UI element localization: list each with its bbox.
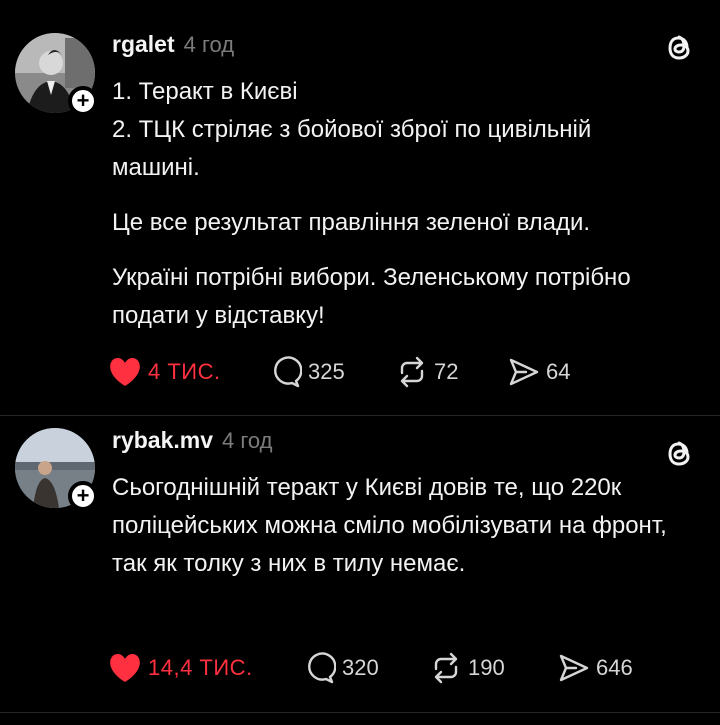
share-button[interactable]: 64: [508, 356, 570, 388]
repost-count: 72: [434, 359, 459, 384]
comment-count: 325: [308, 359, 345, 384]
follow-plus-icon[interactable]: +: [68, 86, 98, 116]
share-count: 646: [596, 655, 633, 680]
heart-icon: [110, 654, 140, 682]
post-paragraph: Сьогоднішній теракт у Києві довів те, що…: [112, 474, 667, 577]
comment-icon: [308, 652, 336, 684]
avatar[interactable]: +: [15, 428, 98, 511]
post-body: Сьогоднішній теракт у Києві довів те, що…: [112, 469, 680, 583]
share-button[interactable]: 646: [558, 652, 633, 684]
share-icon: [559, 654, 589, 682]
comment-icon: [274, 356, 302, 388]
like-count: 14,4 ТИС.: [148, 655, 253, 680]
comment-count: 320: [342, 655, 379, 680]
like-button[interactable]: 14,4 ТИС.: [108, 653, 304, 683]
repost-count: 190: [468, 655, 505, 680]
avatar[interactable]: +: [15, 33, 98, 116]
like-count: 4 ТИС.: [148, 359, 221, 384]
post-paragraph: Це все результат правління зеленої влади…: [112, 209, 591, 236]
post-actions: 14,4 ТИС. 320 190 646: [108, 652, 633, 684]
post-paragraph: 2. ТЦК стріляє з бойової зброї по цивіль…: [112, 116, 592, 181]
post-time: 4 год: [222, 428, 273, 453]
repost-button[interactable]: 190: [430, 652, 558, 684]
repost-icon: [400, 356, 424, 388]
post-paragraph: 1. Теракт в Києві: [112, 78, 298, 105]
share-count: 64: [546, 359, 571, 384]
comment-button[interactable]: 320: [304, 652, 430, 684]
post-actions: 4 ТИС. 325 72 64: [108, 356, 570, 388]
heart-icon: [110, 358, 140, 386]
username[interactable]: rybak.mv: [112, 427, 213, 454]
post-paragraph: Україні потрібні вибори. Зеленському пот…: [112, 264, 631, 329]
repost-button[interactable]: 72: [396, 356, 508, 388]
threads-logo-icon[interactable]: [662, 30, 698, 66]
post: + rgalet 4 год 1. Теракт в Києві 2. ТЦК …: [0, 0, 720, 416]
follow-plus-icon[interactable]: +: [68, 481, 98, 511]
post-body: 1. Теракт в Києві 2. ТЦК стріляє з бойов…: [112, 73, 680, 352]
comment-button[interactable]: 325: [270, 356, 396, 388]
threads-logo-icon[interactable]: [662, 436, 698, 472]
post: + rybak.mv 4 год Сьогоднішній теракт у К…: [0, 416, 720, 713]
like-button[interactable]: 4 ТИС.: [108, 357, 270, 387]
repost-icon: [434, 652, 458, 684]
username[interactable]: rgalet: [112, 31, 175, 58]
share-icon: [509, 358, 539, 386]
post-time: 4 год: [183, 32, 235, 57]
